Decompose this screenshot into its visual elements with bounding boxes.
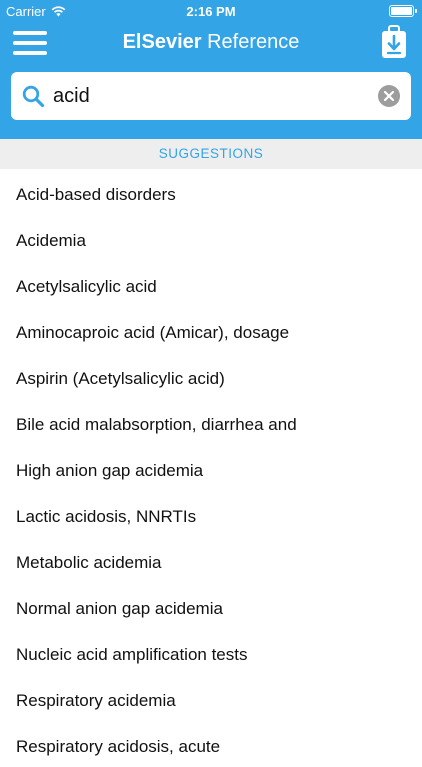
suggestions-header: SUGGESTIONS: [0, 139, 422, 169]
list-item[interactable]: Respiratory acidosis, acute: [0, 721, 422, 767]
list-item[interactable]: Bile acid malabsorption, diarrhea and: [0, 399, 422, 445]
list-item[interactable]: Acid-based disorders: [0, 169, 422, 215]
title-suffix: Reference: [207, 31, 300, 53]
list-item[interactable]: Normal anion gap acidemia: [0, 583, 422, 629]
status-bar: Carrier 2:16 PM: [0, 0, 422, 22]
list-item[interactable]: Nucleic acid amplification tests: [0, 629, 422, 675]
search-input[interactable]: [53, 81, 373, 111]
list-item[interactable]: High anion gap acidemia: [0, 445, 422, 491]
list-item[interactable]: Lactic acidosis, NNRTIs: [0, 491, 422, 537]
download-icon[interactable]: [380, 25, 408, 59]
list-item[interactable]: Metabolic acidemia: [0, 537, 422, 583]
list-item[interactable]: Aspirin (Acetylsalicylic acid): [0, 353, 422, 399]
list-item[interactable]: Respiratory acidemia: [0, 675, 422, 721]
search-icon: [22, 85, 45, 108]
clear-icon[interactable]: [378, 85, 400, 107]
search-bar[interactable]: [11, 72, 411, 120]
suggestions-list: Acid-based disorders Acidemia Acetylsali…: [0, 169, 422, 767]
battery-tip: [415, 9, 417, 13]
nav-bar: ElSevier Reference: [0, 22, 422, 66]
list-item[interactable]: Aminocaproic acid (Amicar), dosage: [0, 307, 422, 353]
page-title: ElSevier Reference: [0, 31, 422, 54]
status-time: 2:16 PM: [186, 4, 236, 19]
battery-icon: [389, 5, 417, 17]
battery-fill: [391, 7, 412, 15]
list-item[interactable]: Acidemia: [0, 215, 422, 261]
list-item[interactable]: Acetylsalicylic acid: [0, 261, 422, 307]
title-brand: ElSevier: [122, 31, 202, 53]
app-header: Carrier 2:16 PM ElSevier Reference: [0, 0, 422, 139]
